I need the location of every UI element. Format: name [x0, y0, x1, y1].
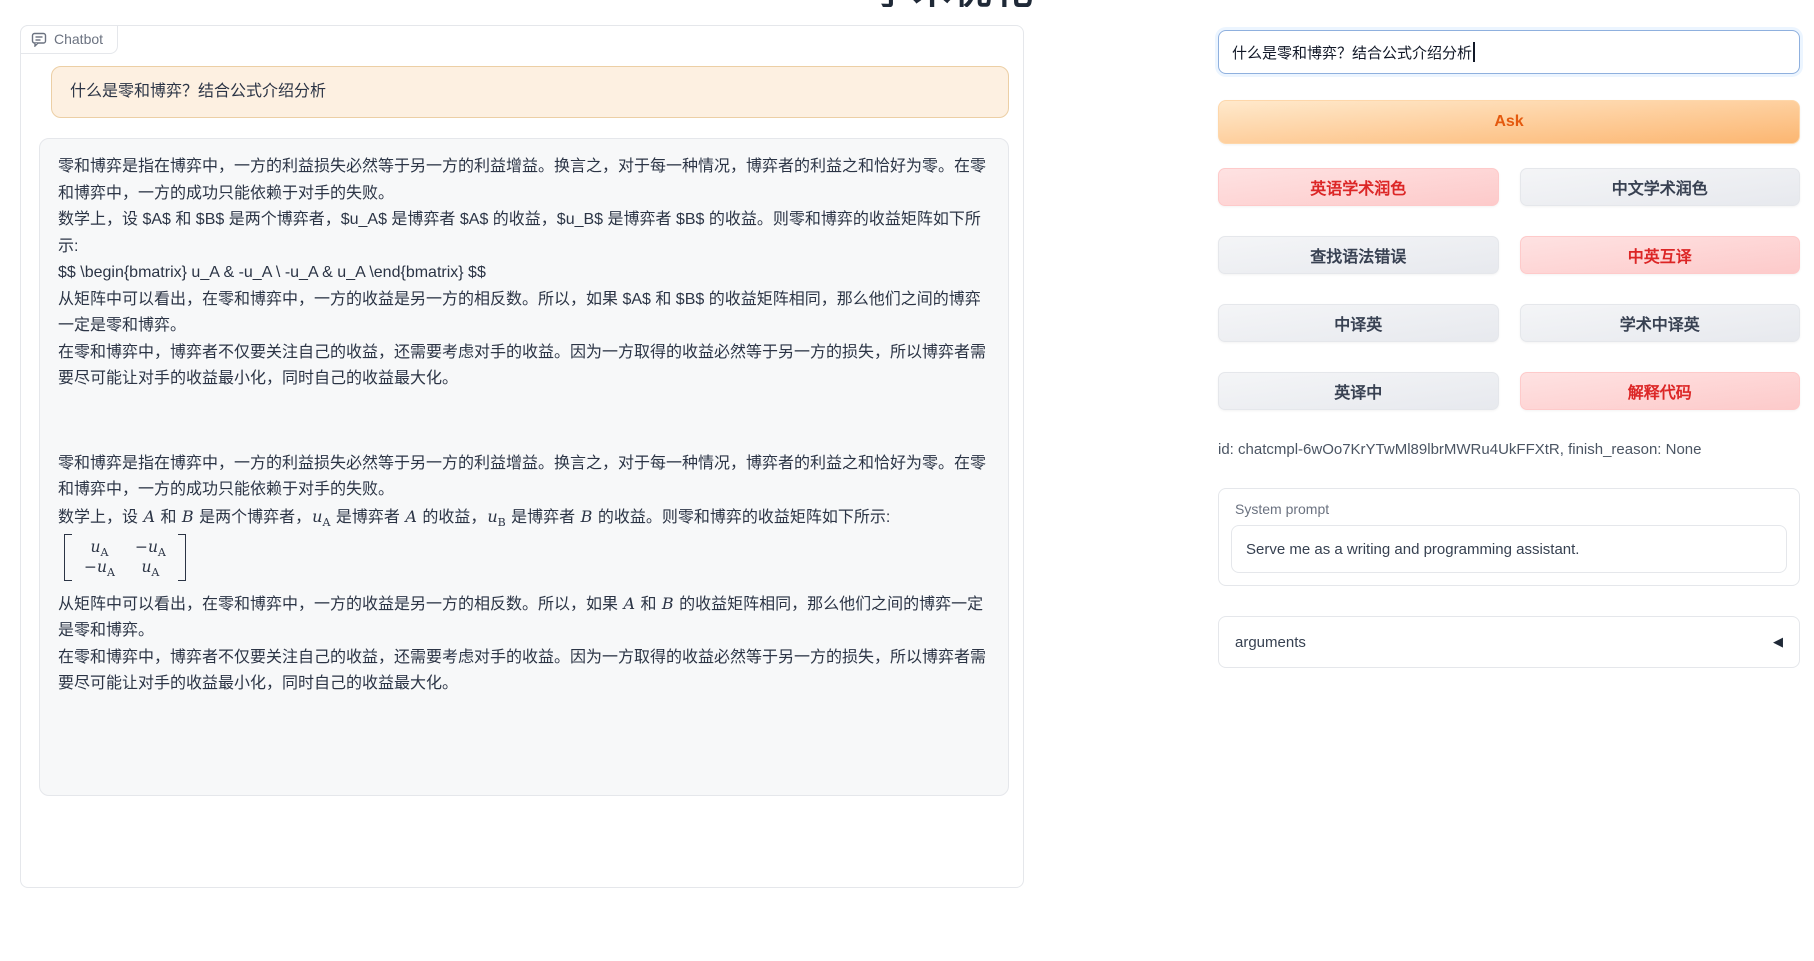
system-prompt-label: System prompt: [1231, 501, 1787, 517]
rendered-paragraph-3: 从矩阵中可以看出，在零和博弈中，一方的收益是另一方的相反数。所以，如果 A 和 …: [58, 591, 990, 645]
matrix-cells: uA−uA−uAuA: [72, 534, 178, 581]
arguments-accordion-header[interactable]: arguments ◀: [1218, 616, 1800, 668]
ask-button[interactable]: Ask: [1218, 100, 1800, 144]
payoff-matrix: uA−uA−uAuA: [64, 534, 186, 581]
system-prompt-box: System prompt: [1218, 488, 1800, 586]
english-to-chinese-button[interactable]: 英译中: [1218, 372, 1499, 410]
page-title-text: 学术优化: [872, 0, 1112, 7]
text-cursor: [1473, 42, 1475, 62]
english-academic-polish-button[interactable]: 英语学术润色: [1218, 168, 1499, 206]
question-input-value: 什么是零和博弈？结合公式介绍分析: [1232, 42, 1472, 63]
rendered-paragraph-1: 零和博弈是指在博弈中，一方的利益损失必然等于另一方的利益增益。换言之，对于每一种…: [58, 451, 990, 504]
matrix-right-bracket: [178, 534, 186, 581]
chatbot-label-text: Chatbot: [54, 31, 103, 47]
chinese-to-english-button[interactable]: 中译英: [1218, 304, 1499, 342]
bot-rendered-text: 零和博弈是指在博弈中，一方的利益损失必然等于另一方的利益增益。换言之，对于每一种…: [58, 451, 990, 698]
clipped-page-title: 学术优化: [872, 0, 1112, 7]
user-message-text: 什么是零和博弈？结合公式介绍分析: [70, 83, 326, 100]
arguments-accordion-label: arguments: [1235, 634, 1306, 651]
bot-message-bubble: 零和博弈是指在博弈中，一方的利益损失必然等于另一方的利益增益。换言之，对于每一种…: [39, 138, 1009, 796]
chinese-academic-polish-button[interactable]: 中文学术润色: [1520, 168, 1801, 206]
rendered-paragraph-4: 在零和博弈中，博弈者不仅要关注自己的收益，还需要考虑对手的收益。因为一方取得的收…: [58, 645, 990, 698]
chatbot-panel-label: Chatbot: [20, 25, 118, 54]
chatbot-panel: Chatbot 什么是零和博弈？结合公式介绍分析 零和博弈是指在博弈中，一方的利…: [20, 25, 1024, 888]
question-input[interactable]: 什么是零和博弈？结合公式介绍分析: [1218, 30, 1800, 74]
bot-raw-markdown-text: 零和博弈是指在博弈中，一方的利益损失必然等于另一方的利益增益。换言之，对于每一种…: [58, 154, 990, 393]
chinese-english-mutual-translate-button[interactable]: 中英互译: [1520, 236, 1801, 274]
explain-code-button[interactable]: 解释代码: [1520, 372, 1801, 410]
academic-chinese-to-english-button[interactable]: 学术中译英: [1520, 304, 1801, 342]
system-prompt-input[interactable]: [1231, 525, 1787, 573]
controls-column: 什么是零和博弈？结合公式介绍分析 Ask 英语学术润色 中文学术润色 查找语法错…: [1218, 30, 1800, 668]
accordion-collapsed-arrow-icon: ◀: [1773, 634, 1783, 650]
rendered-paragraph-2: 数学上，设 A 和 B 是两个博弈者，uA 是博弈者 A 的收益，uB 是博弈者…: [58, 504, 990, 532]
quick-action-grid: 英语学术润色 中文学术润色 查找语法错误 中英互译 中译英 学术中译英 英译中 …: [1218, 168, 1800, 410]
find-grammar-errors-button[interactable]: 查找语法错误: [1218, 236, 1499, 274]
user-message-bubble: 什么是零和博弈？结合公式介绍分析: [51, 66, 1009, 118]
chat-bubble-icon: [31, 31, 47, 47]
completion-status-text: id: chatcmpl-6wOo7KrYTwMl89lbrMWRu4UkFFX…: [1218, 440, 1800, 460]
matrix-left-bracket: [64, 534, 72, 581]
